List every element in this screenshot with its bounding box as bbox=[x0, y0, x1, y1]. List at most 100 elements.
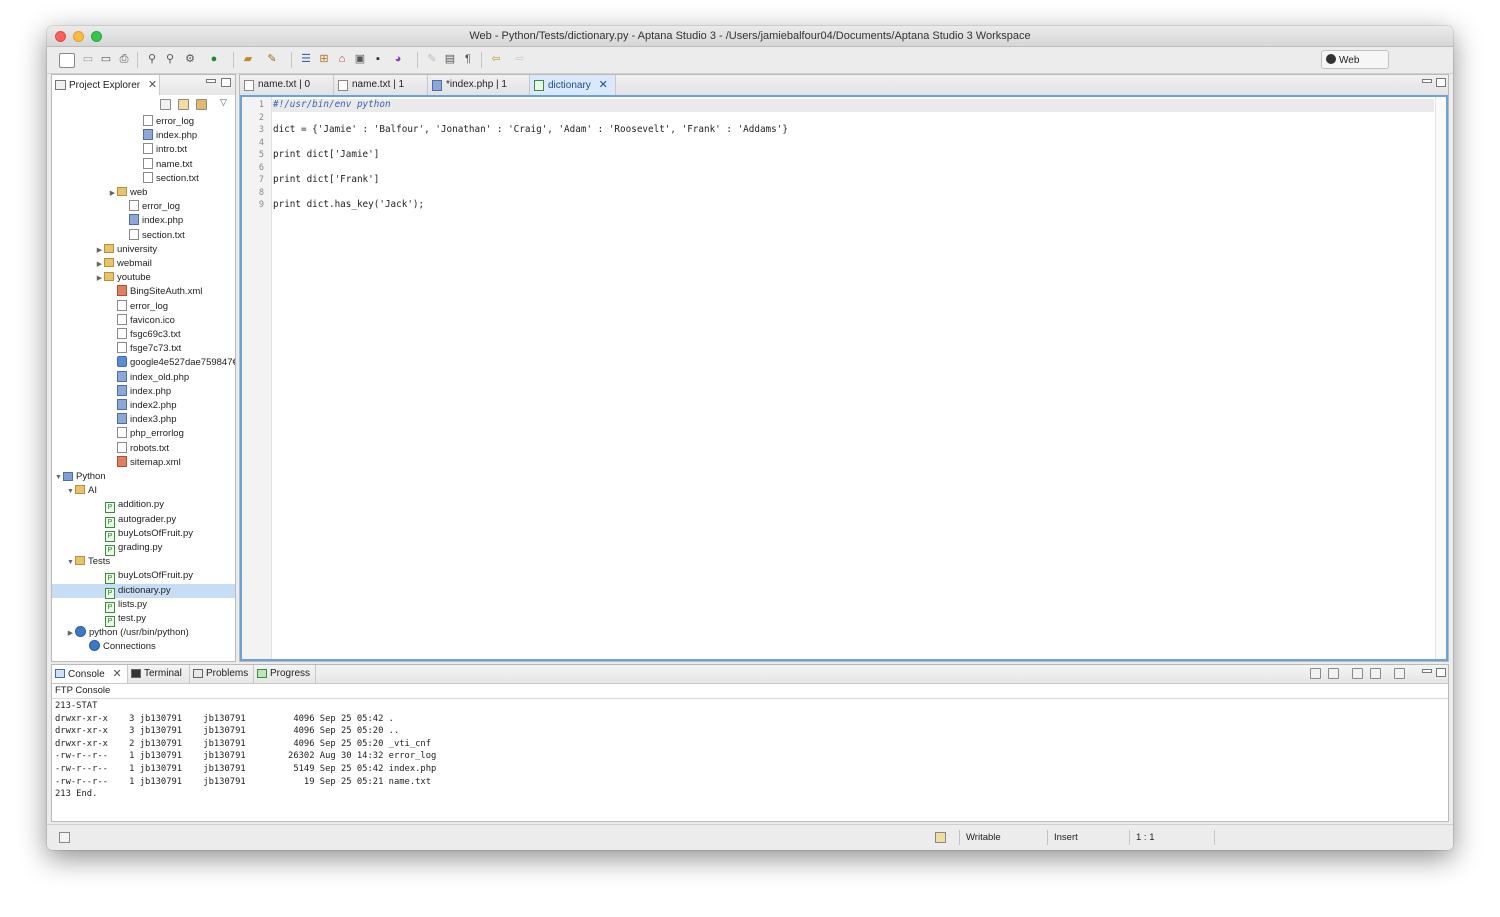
tree-item[interactable]: index.php bbox=[120, 214, 183, 228]
search-icon[interactable]: ⚲ bbox=[145, 53, 159, 66]
collapsed-arrow-icon[interactable]: ▶ bbox=[66, 627, 75, 641]
tree-item[interactable]: ▼ Tests bbox=[66, 555, 110, 569]
preview-icon[interactable]: ▣ bbox=[353, 53, 367, 66]
tree-item[interactable]: favicon.ico bbox=[108, 313, 175, 328]
tree-item[interactable]: index_old.php bbox=[108, 370, 189, 385]
run-icon[interactable]: ● bbox=[207, 53, 221, 66]
tree-item[interactable]: intro.txt bbox=[134, 143, 187, 157]
outline-icon[interactable]: ☰ bbox=[299, 53, 313, 66]
tree-item[interactable]: section.txt bbox=[134, 171, 199, 186]
tree-item[interactable]: PbuyLotsOfFruit.py bbox=[96, 569, 193, 585]
tab-dictionary[interactable]: dictionary ✕ bbox=[530, 75, 616, 95]
show-whitespace-icon[interactable]: ¶ bbox=[461, 53, 475, 66]
tree-item[interactable]: php_errorlog bbox=[108, 427, 184, 441]
expanded-arrow-icon[interactable]: ▼ bbox=[54, 471, 63, 485]
minimize-icon[interactable] bbox=[1422, 79, 1432, 83]
open-folder-icon[interactable]: ▰ bbox=[241, 53, 255, 66]
open-console-icon[interactable] bbox=[1394, 668, 1405, 679]
tree-item[interactable]: fsgc69c3.txt bbox=[108, 328, 181, 342]
view-menu-icon[interactable]: ▽ bbox=[220, 97, 227, 108]
code-editor[interactable]: 1 2 3 4 5 6 7 8 9 #!/usr/bin/env python dict = {'… bbox=[240, 95, 1448, 661]
tree-item[interactable]: ▼ AI bbox=[66, 484, 97, 498]
link-editor-icon[interactable] bbox=[178, 99, 189, 110]
minimize-icon[interactable] bbox=[1422, 669, 1432, 673]
pin-console-icon[interactable] bbox=[1352, 668, 1363, 679]
tree-item[interactable]: Paddition.py bbox=[96, 498, 164, 514]
collapsed-arrow-icon[interactable]: ▶ bbox=[108, 187, 117, 201]
tab-console[interactable]: Console ✕ bbox=[52, 665, 128, 683]
print-icon[interactable]: ⎙ bbox=[117, 53, 131, 66]
tab-progress[interactable]: Progress bbox=[254, 665, 316, 683]
tree-item[interactable]: index2.php bbox=[108, 399, 176, 413]
close-icon[interactable]: ✕ bbox=[112, 668, 121, 680]
tree-item[interactable]: Connections bbox=[80, 640, 156, 654]
tree-item[interactable]: Pgrading.py bbox=[96, 541, 162, 556]
deploy-status-icon[interactable] bbox=[935, 832, 946, 843]
tree-item[interactable]: Pdictionary.py bbox=[52, 583, 235, 599]
hierarchy-icon[interactable]: ⊞ bbox=[317, 53, 331, 66]
tree-item[interactable]: ▼ Python bbox=[54, 470, 106, 484]
clear-console-icon[interactable] bbox=[1310, 668, 1321, 679]
collapsed-arrow-icon[interactable]: ▶ bbox=[95, 258, 104, 272]
tree-item[interactable]: error_log bbox=[108, 299, 168, 314]
tree-item[interactable]: PbuyLotsOfFruit.py bbox=[96, 527, 193, 542]
tree-item[interactable]: fsge7c73.txt bbox=[108, 342, 181, 356]
save-icon[interactable]: ▭ bbox=[81, 53, 95, 66]
forward-arrow-icon[interactable]: ⇨ bbox=[513, 53, 527, 66]
tree-item[interactable]: error_log bbox=[134, 115, 194, 129]
tree-item[interactable]: Plists.py bbox=[96, 598, 147, 613]
tree-item[interactable]: BingSiteAuth.xml bbox=[108, 285, 202, 299]
color-picker-icon[interactable]: ◕ bbox=[391, 53, 405, 66]
tab-name-txt-0[interactable]: name.txt | 0 bbox=[240, 75, 334, 95]
tree-item[interactable]: index.php bbox=[134, 129, 197, 143]
tree-item[interactable]: ▶ web bbox=[108, 186, 147, 200]
maximize-icon[interactable] bbox=[1436, 78, 1446, 87]
close-window-button[interactable] bbox=[55, 31, 66, 42]
terminal-icon[interactable]: ▪ bbox=[371, 53, 385, 66]
deploy-icon[interactable]: ✎ bbox=[265, 53, 279, 66]
tree-item[interactable]: section.txt bbox=[120, 228, 185, 243]
tree-item[interactable]: Ptest.py bbox=[96, 612, 146, 627]
tree-item[interactable]: google4e527dae759847€ bbox=[108, 356, 235, 370]
annotation-icon[interactable]: ✎ bbox=[425, 53, 439, 66]
display-console-icon[interactable] bbox=[1370, 668, 1381, 679]
collapsed-arrow-icon[interactable]: ▶ bbox=[95, 272, 104, 286]
expanded-arrow-icon[interactable]: ▼ bbox=[66, 556, 75, 570]
close-icon[interactable]: ✕ bbox=[599, 79, 608, 91]
expanded-arrow-icon[interactable]: ▼ bbox=[66, 485, 75, 499]
open-type-icon[interactable]: ⚲ bbox=[163, 53, 177, 66]
collapse-all-icon[interactable] bbox=[160, 99, 171, 110]
tree-item[interactable]: index.php bbox=[108, 384, 171, 399]
zoom-window-button[interactable] bbox=[91, 31, 102, 42]
tree-item[interactable]: robots.txt bbox=[108, 441, 169, 456]
tree-item[interactable]: ▶ youtube bbox=[95, 271, 151, 285]
tab-index-php[interactable]: *index.php | 1 bbox=[428, 75, 530, 95]
close-icon[interactable]: ✕ bbox=[148, 79, 157, 91]
maximize-icon[interactable] bbox=[221, 78, 231, 87]
tab-problems[interactable]: Problems bbox=[190, 665, 254, 683]
tab-name-txt-1[interactable]: name.txt | 1 bbox=[334, 75, 428, 95]
build-icon[interactable]: ⚙ bbox=[183, 53, 197, 66]
tree-item[interactable]: Pautograder.py bbox=[96, 513, 176, 528]
minimize-window-button[interactable] bbox=[73, 31, 84, 42]
tree-item[interactable]: ▶ university bbox=[95, 243, 157, 257]
tree-item[interactable]: name.txt bbox=[134, 157, 192, 172]
block-select-icon[interactable]: ▤ bbox=[443, 53, 457, 66]
scroll-lock-icon[interactable] bbox=[1328, 668, 1339, 679]
tab-terminal[interactable]: Terminal bbox=[128, 665, 190, 683]
web-perspective-button[interactable]: Web bbox=[1321, 50, 1389, 69]
tree-item[interactable]: error_log bbox=[120, 200, 180, 214]
back-arrow-icon[interactable]: ⇦ bbox=[489, 53, 503, 66]
tab-project-explorer[interactable]: Project Explorer ✕ bbox=[52, 75, 160, 95]
home-icon[interactable]: ⌂ bbox=[335, 53, 349, 66]
tree-item[interactable]: ▶ webmail bbox=[95, 257, 152, 271]
collapsed-arrow-icon[interactable]: ▶ bbox=[95, 244, 104, 258]
new-file-icon[interactable] bbox=[59, 53, 75, 68]
editor-scrollbar[interactable] bbox=[1435, 97, 1446, 659]
tree-item[interactable]: ▶ python (/usr/bin/python) bbox=[66, 626, 189, 640]
filter-icon[interactable] bbox=[196, 99, 207, 110]
save-all-icon[interactable]: ▭ bbox=[99, 53, 113, 66]
new-window-icon[interactable] bbox=[59, 832, 70, 843]
tree-item[interactable]: sitemap.xml bbox=[108, 455, 181, 470]
minimize-icon[interactable] bbox=[206, 79, 216, 83]
